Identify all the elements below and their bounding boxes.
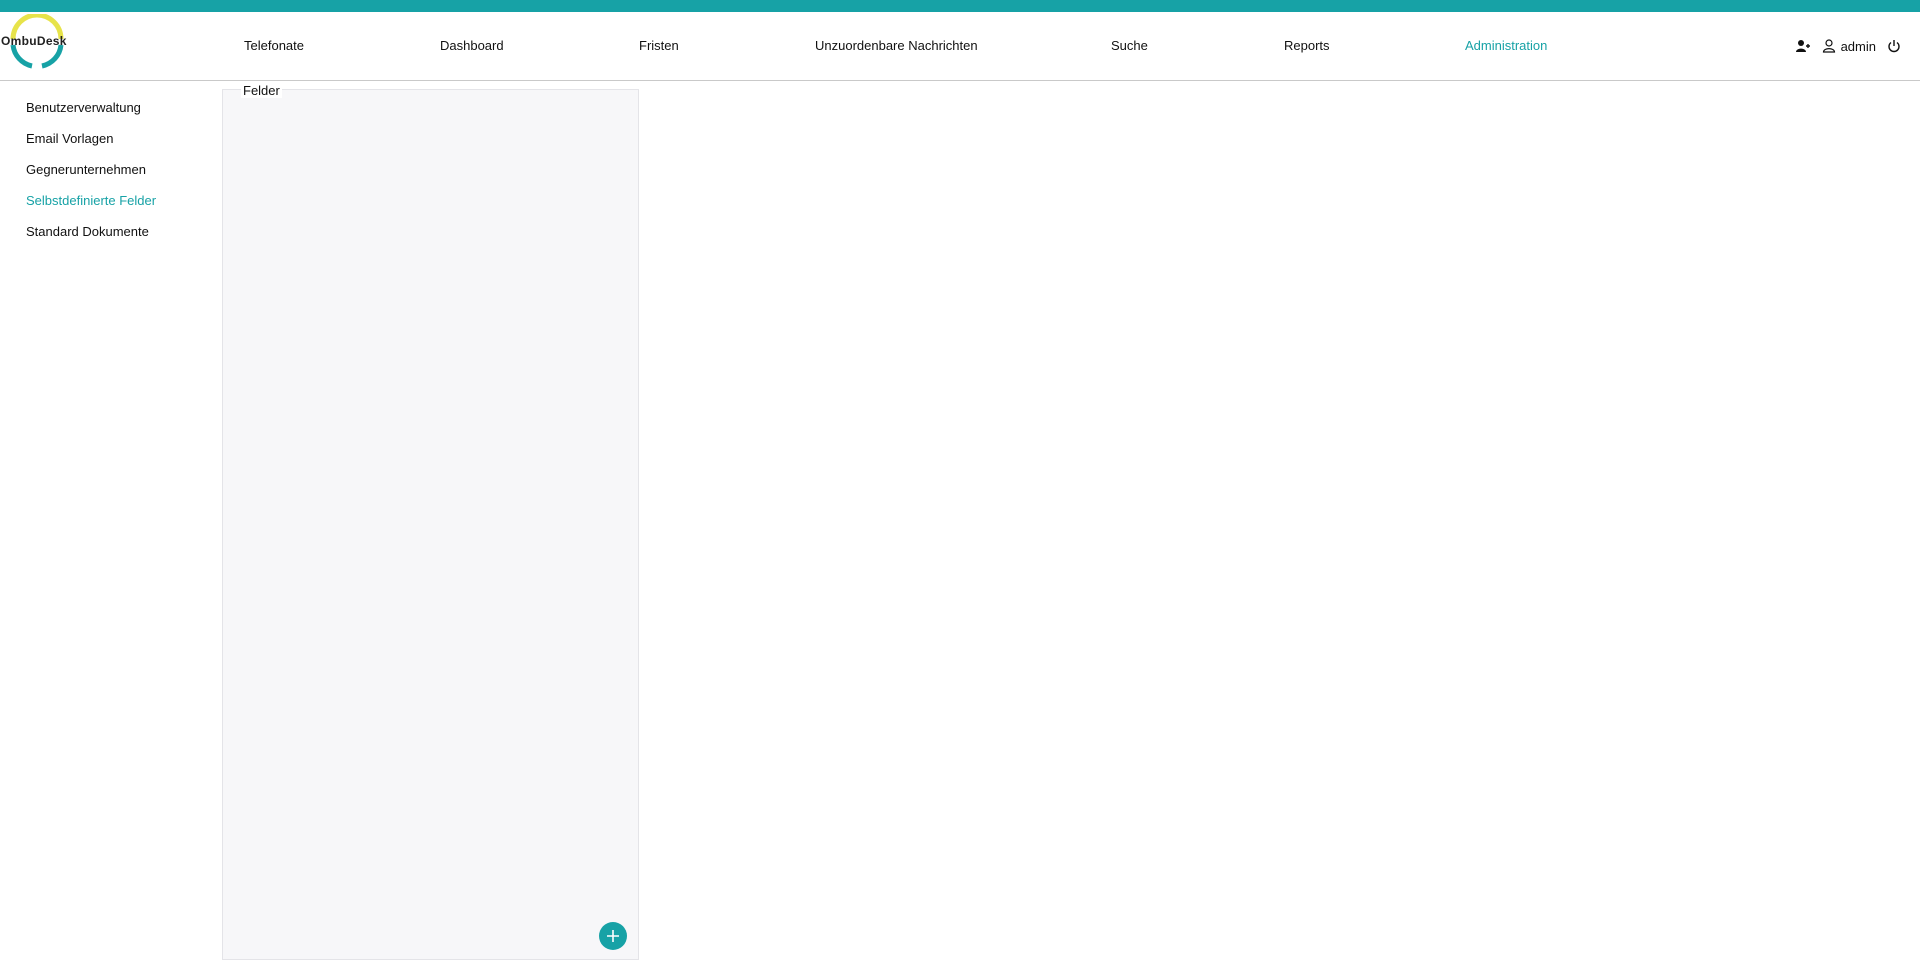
user-icon <box>1821 38 1837 54</box>
add-user-icon[interactable] <box>1795 38 1811 54</box>
add-field-button[interactable] <box>599 922 627 950</box>
sidebar-item-benutzerverwaltung[interactable]: Benutzerverwaltung <box>26 100 141 115</box>
power-icon[interactable] <box>1886 38 1902 54</box>
nav-unzuordenbare-nachrichten[interactable]: Unzuordenbare Nachrichten <box>815 38 978 53</box>
sidebar-item-standard-dokumente[interactable]: Standard Dokumente <box>26 224 149 239</box>
main-nav: Telefonate Dashboard Fristen Unzuordenba… <box>0 12 1920 81</box>
user-menu[interactable]: admin <box>1821 38 1876 54</box>
user-area: admin <box>1795 36 1902 56</box>
nav-fristen[interactable]: Fristen <box>639 38 679 53</box>
top-accent-bar <box>0 0 1920 12</box>
sidebar-item-gegnerunternehmen[interactable]: Gegnerunternehmen <box>26 162 146 177</box>
panel-title: Felder <box>241 83 282 98</box>
sidebar-item-selbstdefinierte-felder[interactable]: Selbstdefinierte Felder <box>26 193 156 208</box>
app-header: OmbuDesk Telefonate Dashboard Fristen Un… <box>0 12 1920 81</box>
nav-reports[interactable]: Reports <box>1284 38 1330 53</box>
nav-suche[interactable]: Suche <box>1111 38 1148 53</box>
username-label: admin <box>1840 38 1876 54</box>
nav-dashboard[interactable]: Dashboard <box>440 38 504 53</box>
nav-administration[interactable]: Administration <box>1465 38 1547 53</box>
nav-telefonate[interactable]: Telefonate <box>244 38 304 53</box>
sidebar-item-email-vorlagen[interactable]: Email Vorlagen <box>26 131 113 146</box>
plus-icon <box>607 930 619 942</box>
felder-panel: Felder <box>222 83 639 960</box>
